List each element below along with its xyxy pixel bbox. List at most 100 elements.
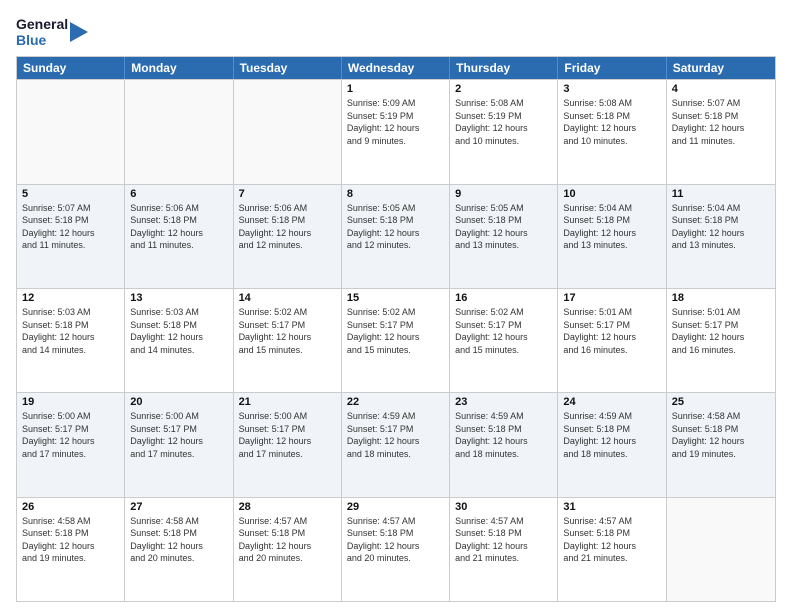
cal-week-5: 26 Sunrise: 4:58 AM Sunset: 5:18 PM Dayli…: [17, 497, 775, 601]
cal-cell: 17Sunrise: 5:01 AM Sunset: 5:17 PM Dayli…: [558, 289, 666, 392]
day-number: 31: [563, 501, 660, 513]
cal-header-monday: Monday: [125, 57, 233, 79]
day-number: 23: [455, 396, 552, 408]
cal-cell: 8 Sunrise: 5:05 AM Sunset: 5:18 PM Daylig…: [342, 185, 450, 288]
cal-cell: 4 Sunrise: 5:07 AM Sunset: 5:18 PM Daylig…: [667, 80, 775, 183]
day-info: Sunrise: 5:09 AM Sunset: 5:19 PM Dayligh…: [347, 97, 444, 147]
day-info: Sunrise: 5:03 AM Sunset: 5:18 PM Dayligh…: [130, 306, 227, 356]
day-number: 8: [347, 188, 444, 200]
cal-cell: 7 Sunrise: 5:06 AM Sunset: 5:18 PM Daylig…: [234, 185, 342, 288]
cal-cell: 21 Sunrise: 5:00 AM Sunset: 5:17 PM Dayli…: [234, 393, 342, 496]
day-number: 27: [130, 501, 227, 513]
day-info: Sunrise: 4:58 AM Sunset: 5:18 PM Dayligh…: [130, 515, 227, 565]
cal-cell: 27 Sunrise: 4:58 AM Sunset: 5:18 PM Dayli…: [125, 498, 233, 601]
day-number: 28: [239, 501, 336, 513]
day-number: 1: [347, 83, 444, 95]
day-number: 9: [455, 188, 552, 200]
day-info: Sunrise: 5:04 AM Sunset: 5:18 PM Dayligh…: [563, 202, 660, 252]
cal-cell: 13 Sunrise: 5:03 AM Sunset: 5:18 PM Dayli…: [125, 289, 233, 392]
day-number: 4: [672, 83, 770, 95]
cal-cell: 11Sunrise: 5:04 AM Sunset: 5:18 PM Dayli…: [667, 185, 775, 288]
cal-cell: 26 Sunrise: 4:58 AM Sunset: 5:18 PM Dayli…: [17, 498, 125, 601]
day-number: 7: [239, 188, 336, 200]
day-number: 29: [347, 501, 444, 513]
cal-week-2: 5Sunrise: 5:07 AM Sunset: 5:18 PM Daylig…: [17, 184, 775, 288]
cal-cell: 9 Sunrise: 5:05 AM Sunset: 5:18 PM Daylig…: [450, 185, 558, 288]
cal-header-wednesday: Wednesday: [342, 57, 450, 79]
cal-week-4: 19 Sunrise: 5:00 AM Sunset: 5:17 PM Dayli…: [17, 392, 775, 496]
cal-header-tuesday: Tuesday: [234, 57, 342, 79]
day-info: Sunrise: 5:01 AM Sunset: 5:17 PM Dayligh…: [563, 306, 660, 356]
day-info: Sunrise: 5:03 AM Sunset: 5:18 PM Dayligh…: [22, 306, 119, 356]
day-info: Sunrise: 5:00 AM Sunset: 5:17 PM Dayligh…: [130, 410, 227, 460]
cal-cell: 2 Sunrise: 5:08 AM Sunset: 5:19 PM Daylig…: [450, 80, 558, 183]
day-info: Sunrise: 4:59 AM Sunset: 5:18 PM Dayligh…: [563, 410, 660, 460]
cal-cell: [667, 498, 775, 601]
cal-cell: 16 Sunrise: 5:02 AM Sunset: 5:17 PM Dayli…: [450, 289, 558, 392]
cal-cell: 10 Sunrise: 5:04 AM Sunset: 5:18 PM Dayli…: [558, 185, 666, 288]
cal-header-saturday: Saturday: [667, 57, 775, 79]
day-number: 16: [455, 292, 552, 304]
day-number: 5: [22, 188, 119, 200]
day-info: Sunrise: 5:05 AM Sunset: 5:18 PM Dayligh…: [347, 202, 444, 252]
cal-cell: 5Sunrise: 5:07 AM Sunset: 5:18 PM Daylig…: [17, 185, 125, 288]
cal-cell: 31 Sunrise: 4:57 AM Sunset: 5:18 PM Dayli…: [558, 498, 666, 601]
day-info: Sunrise: 5:06 AM Sunset: 5:18 PM Dayligh…: [239, 202, 336, 252]
day-number: 3: [563, 83, 660, 95]
day-number: 19: [22, 396, 119, 408]
cal-cell: 1 Sunrise: 5:09 AM Sunset: 5:19 PM Daylig…: [342, 80, 450, 183]
cal-cell: 20Sunrise: 5:00 AM Sunset: 5:17 PM Dayli…: [125, 393, 233, 496]
logo: GeneralBlue: [16, 16, 90, 48]
day-info: Sunrise: 4:58 AM Sunset: 5:18 PM Dayligh…: [22, 515, 119, 565]
calendar: SundayMondayTuesdayWednesdayThursdayFrid…: [16, 56, 776, 602]
day-info: Sunrise: 4:57 AM Sunset: 5:18 PM Dayligh…: [239, 515, 336, 565]
day-info: Sunrise: 4:57 AM Sunset: 5:18 PM Dayligh…: [347, 515, 444, 565]
day-number: 12: [22, 292, 119, 304]
day-info: Sunrise: 5:02 AM Sunset: 5:17 PM Dayligh…: [347, 306, 444, 356]
day-number: 6: [130, 188, 227, 200]
calendar-body: 1 Sunrise: 5:09 AM Sunset: 5:19 PM Daylig…: [17, 79, 775, 601]
day-info: Sunrise: 4:57 AM Sunset: 5:18 PM Dayligh…: [563, 515, 660, 565]
cal-cell: [17, 80, 125, 183]
cal-cell: 6 Sunrise: 5:06 AM Sunset: 5:18 PM Daylig…: [125, 185, 233, 288]
cal-cell: 18 Sunrise: 5:01 AM Sunset: 5:17 PM Dayli…: [667, 289, 775, 392]
day-info: Sunrise: 5:08 AM Sunset: 5:19 PM Dayligh…: [455, 97, 552, 147]
day-number: 18: [672, 292, 770, 304]
calendar-header: SundayMondayTuesdayWednesdayThursdayFrid…: [17, 57, 775, 79]
day-number: 21: [239, 396, 336, 408]
day-info: Sunrise: 5:02 AM Sunset: 5:17 PM Dayligh…: [455, 306, 552, 356]
day-info: Sunrise: 5:00 AM Sunset: 5:17 PM Dayligh…: [22, 410, 119, 460]
cal-cell: 22 Sunrise: 4:59 AM Sunset: 5:17 PM Dayli…: [342, 393, 450, 496]
cal-header-friday: Friday: [558, 57, 666, 79]
day-number: 10: [563, 188, 660, 200]
day-number: 11: [672, 188, 770, 200]
day-number: 2: [455, 83, 552, 95]
day-info: Sunrise: 5:00 AM Sunset: 5:17 PM Dayligh…: [239, 410, 336, 460]
day-info: Sunrise: 5:06 AM Sunset: 5:18 PM Dayligh…: [130, 202, 227, 252]
cal-cell: 28 Sunrise: 4:57 AM Sunset: 5:18 PM Dayli…: [234, 498, 342, 601]
cal-cell: 25Sunrise: 4:58 AM Sunset: 5:18 PM Dayli…: [667, 393, 775, 496]
page: GeneralBlue SundayMondayTuesdayWednesday…: [0, 0, 792, 612]
day-info: Sunrise: 4:57 AM Sunset: 5:18 PM Dayligh…: [455, 515, 552, 565]
day-info: Sunrise: 5:01 AM Sunset: 5:17 PM Dayligh…: [672, 306, 770, 356]
day-number: 24: [563, 396, 660, 408]
cal-cell: 14Sunrise: 5:02 AM Sunset: 5:17 PM Dayli…: [234, 289, 342, 392]
day-info: Sunrise: 4:59 AM Sunset: 5:18 PM Dayligh…: [455, 410, 552, 460]
day-info: Sunrise: 5:07 AM Sunset: 5:18 PM Dayligh…: [672, 97, 770, 147]
day-info: Sunrise: 5:08 AM Sunset: 5:18 PM Dayligh…: [563, 97, 660, 147]
day-number: 22: [347, 396, 444, 408]
day-number: 26: [22, 501, 119, 513]
day-info: Sunrise: 4:58 AM Sunset: 5:18 PM Dayligh…: [672, 410, 770, 460]
cal-cell: 15Sunrise: 5:02 AM Sunset: 5:17 PM Dayli…: [342, 289, 450, 392]
cal-cell: 30 Sunrise: 4:57 AM Sunset: 5:18 PM Dayli…: [450, 498, 558, 601]
day-number: 30: [455, 501, 552, 513]
day-info: Sunrise: 4:59 AM Sunset: 5:17 PM Dayligh…: [347, 410, 444, 460]
cal-cell: [234, 80, 342, 183]
day-number: 13: [130, 292, 227, 304]
day-info: Sunrise: 5:05 AM Sunset: 5:18 PM Dayligh…: [455, 202, 552, 252]
cal-week-1: 1 Sunrise: 5:09 AM Sunset: 5:19 PM Daylig…: [17, 79, 775, 183]
cal-week-3: 12 Sunrise: 5:03 AM Sunset: 5:18 PM Dayli…: [17, 288, 775, 392]
cal-cell: 19 Sunrise: 5:00 AM Sunset: 5:17 PM Dayli…: [17, 393, 125, 496]
cal-cell: [125, 80, 233, 183]
cal-cell: 23 Sunrise: 4:59 AM Sunset: 5:18 PM Dayli…: [450, 393, 558, 496]
